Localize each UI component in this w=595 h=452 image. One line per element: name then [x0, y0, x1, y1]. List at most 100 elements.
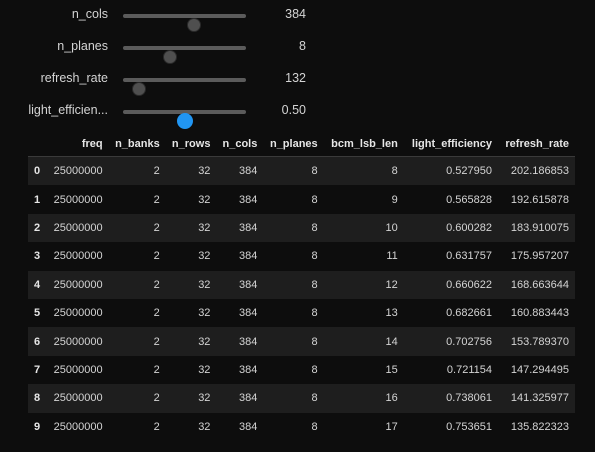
table-cell: 17 [323, 412, 404, 441]
table-cell: 11 [323, 242, 404, 271]
table-cell: 32 [165, 270, 217, 299]
table-cell: 0.682661 [403, 298, 498, 328]
slider-handle[interactable] [176, 113, 193, 129]
slider-track[interactable] [123, 14, 246, 32]
row-index: 3 [28, 242, 47, 271]
table-cell: 8 [263, 298, 324, 328]
table-cell: 8 [263, 270, 324, 299]
table-row: 7 25000000 2 32 384 8 15 0.721154 147.294495 [28, 355, 575, 385]
table-row: 3 25000000 2 32 384 8 11 0.631757 175.957207 [28, 242, 575, 271]
table-cell: 8 [263, 412, 324, 441]
column-header: freq [46, 132, 109, 157]
column-header: refresh_rate [497, 132, 575, 157]
table-cell: 384 [216, 355, 264, 385]
table-cell: 2 [108, 213, 166, 243]
table-cell: 8 [263, 185, 324, 214]
table-cell: 175.957207 [497, 242, 575, 271]
table-cell: 384 [216, 185, 264, 214]
row-index: 5 [28, 298, 47, 328]
table-cell: 0.721154 [403, 355, 498, 385]
table-cell: 0.600282 [403, 213, 498, 243]
n-cols-slider-widget: n_cols 384 [0, 5, 340, 32]
table-cell: 32 [165, 156, 217, 186]
slider-handle[interactable] [187, 18, 202, 32]
table-cell: 14 [323, 327, 404, 356]
slider-track[interactable] [123, 110, 246, 129]
slider-value: 8 [299, 39, 306, 53]
table-cell: 9 [323, 185, 404, 214]
slider-handle[interactable] [131, 82, 146, 96]
slider-track[interactable] [123, 46, 246, 64]
slider-track[interactable] [123, 78, 246, 96]
table-cell: 2 [108, 298, 166, 328]
notebook-output: n_cols 384 n_planes 8 refresh_rate 132 l… [0, 0, 595, 452]
table-cell: 384 [216, 270, 264, 299]
table-cell: 25000000 [46, 412, 109, 441]
table-cell: 384 [216, 298, 264, 328]
table-cell: 0.660622 [403, 270, 498, 299]
column-header: n_cols [216, 132, 264, 157]
table-cell: 2 [108, 384, 166, 413]
table-cell: 25000000 [46, 355, 109, 385]
table-cell: 192.615878 [497, 185, 575, 214]
table-cell: 25000000 [46, 298, 109, 328]
table-cell: 0.527950 [403, 156, 498, 186]
table-cell: 15 [323, 355, 404, 385]
table-cell: 8 [263, 242, 324, 271]
slider-value: 132 [285, 71, 306, 85]
table-cell: 384 [216, 156, 264, 186]
row-index: 0 [28, 156, 47, 186]
table-cell: 2 [108, 327, 166, 356]
refresh-rate-slider-widget: refresh_rate 132 [0, 69, 340, 96]
table-cell: 25000000 [46, 270, 109, 299]
slider-label: refresh_rate [40, 71, 108, 85]
table-cell: 0.738061 [403, 384, 498, 413]
table-cell: 384 [216, 384, 264, 413]
slider-label: light_efficien... [28, 103, 108, 117]
slider-handle[interactable] [162, 50, 177, 64]
table-cell: 25000000 [46, 242, 109, 271]
table-cell: 153.789370 [497, 327, 575, 356]
table-cell: 32 [165, 213, 217, 243]
column-header: n_planes [263, 132, 324, 157]
table-cell: 0.631757 [403, 242, 498, 271]
row-index: 4 [28, 270, 47, 299]
table-cell: 2 [108, 156, 166, 186]
table-cell: 8 [263, 327, 324, 356]
column-header [28, 132, 47, 157]
n-planes-slider-widget: n_planes 8 [0, 37, 340, 64]
table-cell: 384 [216, 213, 264, 243]
table-cell: 25000000 [46, 213, 109, 243]
table-cell: 8 [263, 384, 324, 413]
row-index: 6 [28, 327, 47, 356]
slider-label: n_cols [71, 7, 108, 21]
slider-label: n_planes [57, 39, 108, 53]
dataframe-table: freq n_banks n_rows n_cols n_planes bcm_… [28, 132, 575, 441]
column-header: n_banks [108, 132, 166, 157]
column-header: bcm_lsb_len [323, 132, 404, 157]
row-index: 2 [28, 213, 47, 243]
table-cell: 25000000 [46, 384, 109, 413]
table-cell: 2 [108, 270, 166, 299]
table-cell: 10 [323, 213, 404, 243]
table-cell: 32 [165, 242, 217, 271]
table-cell: 16 [323, 384, 404, 413]
row-index: 9 [28, 412, 47, 441]
light-efficiency-slider-widget: light_efficien... 0.50 [0, 101, 340, 129]
table-header-row: freq n_banks n_rows n_cols n_planes bcm_… [28, 132, 575, 157]
slider-value: 0.50 [281, 103, 306, 117]
table-cell: 2 [108, 242, 166, 271]
table-cell: 2 [108, 412, 166, 441]
table-cell: 32 [165, 327, 217, 356]
row-index: 7 [28, 355, 47, 385]
table-cell: 32 [165, 412, 217, 441]
slider-value: 384 [285, 7, 306, 21]
table-cell: 12 [323, 270, 404, 299]
table-cell: 0.702756 [403, 327, 498, 356]
table-cell: 8 [323, 156, 404, 186]
row-index: 1 [28, 185, 47, 214]
table-cell: 32 [165, 298, 217, 328]
table-cell: 25000000 [46, 327, 109, 356]
table-cell: 135.822323 [497, 412, 575, 441]
table-cell: 384 [216, 327, 264, 356]
